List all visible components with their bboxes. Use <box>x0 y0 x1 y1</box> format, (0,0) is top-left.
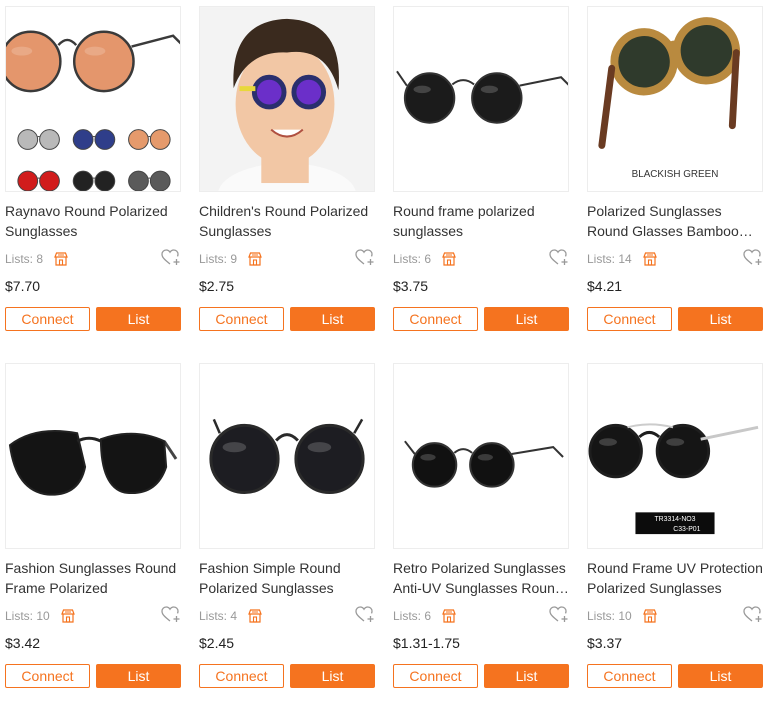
image-caption: TR3314-NO3 <box>654 516 695 523</box>
product-price: $1.31-1.75 <box>393 635 460 651</box>
product-image[interactable] <box>5 363 181 549</box>
lists-count: Lists: 8 <box>5 252 44 266</box>
list-button[interactable]: List <box>678 664 763 688</box>
product-card: Retro Polarized Sunglasses Anti-UV Sungl… <box>393 363 569 720</box>
product-price: $3.42 <box>5 635 41 651</box>
list-button[interactable]: List <box>484 307 569 331</box>
product-meta: Lists: 6 <box>393 606 569 626</box>
product-title[interactable]: Fashion Simple Round Polarized Sunglasse… <box>199 558 375 598</box>
lists-count: Lists: 6 <box>393 252 432 266</box>
round-black-sunglasses-image <box>396 70 568 124</box>
list-button[interactable]: List <box>96 307 181 331</box>
product-title[interactable]: Raynavo Round Polarized Sunglasses <box>5 201 181 241</box>
product-image[interactable]: TR3314-NO3 C33-P01 <box>587 363 763 549</box>
add-to-favorites-heart-icon[interactable] <box>161 606 181 624</box>
product-image[interactable] <box>199 6 375 192</box>
product-meta: Lists: 14 <box>587 249 763 269</box>
product-card: Fashion Simple Round Polarized Sunglasse… <box>199 363 375 720</box>
product-title[interactable]: Fashion Sunglasses Round Frame Polarized <box>5 558 181 598</box>
child-wearing-sunglasses-image <box>200 7 374 191</box>
list-button[interactable]: List <box>290 307 375 331</box>
store-icon <box>642 608 658 624</box>
product-price: $4.21 <box>587 278 623 294</box>
product-meta: Lists: 6 <box>393 249 569 269</box>
lists-count: Lists: 6 <box>393 609 432 623</box>
connect-button[interactable]: Connect <box>393 307 478 331</box>
list-button[interactable]: List <box>484 664 569 688</box>
product-meta: Lists: 9 <box>199 249 375 269</box>
image-caption: C33-P01 <box>673 526 700 533</box>
product-title[interactable]: Round frame polarized sunglasses <box>393 201 569 241</box>
store-icon <box>441 608 457 624</box>
product-card: Children's Round Polarized Sunglasses Li… <box>199 6 375 363</box>
add-to-favorites-heart-icon[interactable] <box>549 249 569 267</box>
product-price: $7.70 <box>5 278 41 294</box>
store-icon <box>53 251 69 267</box>
product-price: $2.45 <box>199 635 235 651</box>
product-price: $3.75 <box>393 278 429 294</box>
product-title[interactable]: Children's Round Polarized Sunglasses <box>199 201 375 241</box>
product-price: $3.37 <box>587 635 623 651</box>
list-button[interactable]: List <box>678 307 763 331</box>
product-title[interactable]: Retro Polarized Sunglasses Anti-UV Sungl… <box>393 558 569 598</box>
add-to-favorites-heart-icon[interactable] <box>743 606 763 624</box>
product-title[interactable]: Polarized Sunglasses Round Glasses Bambo… <box>587 201 763 241</box>
store-icon <box>642 251 658 267</box>
add-to-favorites-heart-icon[interactable] <box>355 249 375 267</box>
connect-button[interactable]: Connect <box>199 664 284 688</box>
add-to-favorites-heart-icon[interactable] <box>355 606 375 624</box>
connect-button[interactable]: Connect <box>5 664 90 688</box>
product-price: $2.75 <box>199 278 235 294</box>
product-grid: Raynavo Round Polarized Sunglasses Lists… <box>5 6 763 720</box>
product-image[interactable] <box>199 363 375 549</box>
store-icon <box>60 608 76 624</box>
round-metal-sunglasses-image <box>209 418 365 495</box>
product-image[interactable]: BLACKISH GREEN <box>587 6 763 192</box>
product-meta: Lists: 10 <box>587 606 763 626</box>
double-bridge-sunglasses-image: TR3314-NO3 C33-P01 <box>588 423 759 535</box>
product-card: TR3314-NO3 C33-P01 Round Frame UV Protect… <box>587 363 763 720</box>
lists-count: Lists: 9 <box>199 252 238 266</box>
product-card: Round frame polarized sunglasses Lists: … <box>393 6 569 363</box>
product-image[interactable] <box>5 6 181 192</box>
add-to-favorites-heart-icon[interactable] <box>161 249 181 267</box>
list-button[interactable]: List <box>96 664 181 688</box>
round-orange-lens-sunglasses-image <box>6 30 180 191</box>
product-meta: Lists: 8 <box>5 249 181 269</box>
add-to-favorites-heart-icon[interactable] <box>549 606 569 624</box>
lists-count: Lists: 4 <box>199 609 238 623</box>
product-card: Raynavo Round Polarized Sunglasses Lists… <box>5 6 181 363</box>
store-icon <box>441 251 457 267</box>
add-to-favorites-heart-icon[interactable] <box>743 249 763 267</box>
retro-round-sunglasses-image <box>404 440 564 488</box>
bamboo-tortoise-sunglasses-image: BLACKISH GREEN <box>598 17 740 180</box>
store-icon <box>247 608 263 624</box>
black-cat-eye-sunglasses-image <box>8 430 178 496</box>
lists-count: Lists: 14 <box>587 252 632 266</box>
connect-button[interactable]: Connect <box>199 307 284 331</box>
product-card: BLACKISH GREEN Polarized Sunglasses Roun… <box>587 6 763 363</box>
product-card: Fashion Sunglasses Round Frame Polarized… <box>5 363 181 720</box>
connect-button[interactable]: Connect <box>587 307 672 331</box>
connect-button[interactable]: Connect <box>5 307 90 331</box>
product-meta: Lists: 10 <box>5 606 181 626</box>
connect-button[interactable]: Connect <box>587 664 672 688</box>
image-caption: BLACKISH GREEN <box>632 169 719 180</box>
store-icon <box>247 251 263 267</box>
lists-count: Lists: 10 <box>587 609 632 623</box>
connect-button[interactable]: Connect <box>393 664 478 688</box>
product-meta: Lists: 4 <box>199 606 375 626</box>
lists-count: Lists: 10 <box>5 609 50 623</box>
product-image[interactable] <box>393 363 569 549</box>
list-button[interactable]: List <box>290 664 375 688</box>
product-image[interactable] <box>393 6 569 192</box>
product-title[interactable]: Round Frame UV Protection Polarized Sung… <box>587 558 763 598</box>
